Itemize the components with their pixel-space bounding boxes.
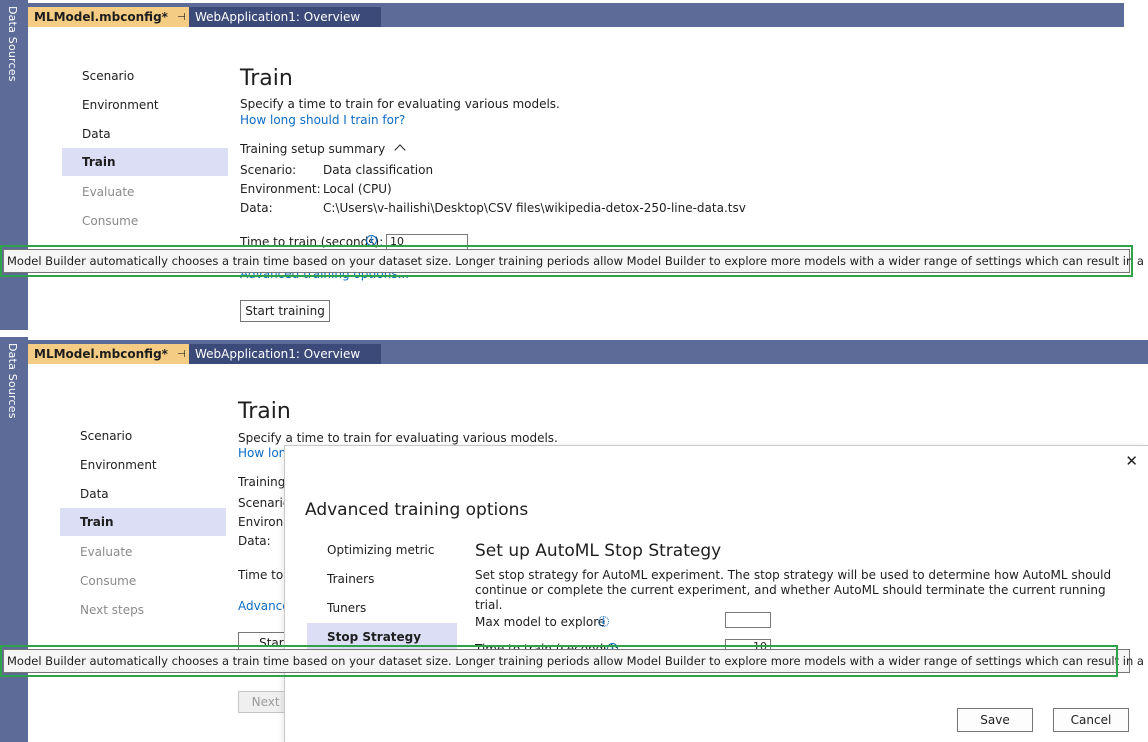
tab-mlmodel-label: MLModel.mbconfig* — [34, 10, 168, 24]
dialog-nav-trainers[interactable]: Trainers — [307, 565, 457, 593]
tab-webapplication-label: WebApplication1: Overview — [195, 347, 361, 361]
pin-icon[interactable]: ⊣ — [177, 349, 186, 360]
info-icon[interactable]: i — [598, 616, 609, 627]
dialog-title: Advanced training options — [305, 500, 529, 520]
max-model-label: Max model to explore — [475, 615, 606, 629]
chevron-up-icon — [394, 144, 406, 156]
nav-item-evaluate[interactable]: Evaluate — [62, 178, 228, 206]
train-description: Specify a time to train for evaluating v… — [238, 431, 558, 445]
nav-item-consume[interactable]: Consume — [60, 567, 226, 595]
panel-separator — [0, 330, 1148, 337]
bottom-screenshot-panel: Data Sources MLModel.mbconfig* ⊣ ✕ WebAp… — [0, 337, 1148, 742]
how-long-link[interactable]: How long should I train for? — [240, 113, 405, 127]
page-title: Train — [240, 66, 293, 91]
dialog-nav-tuners[interactable]: Tuners — [307, 594, 457, 622]
tab-mlmodel[interactable]: MLModel.mbconfig* ⊣ ✕ — [28, 344, 204, 364]
tab-webapplication-label: WebApplication1: Overview — [195, 10, 361, 24]
nav-item-scenario[interactable]: Scenario — [60, 422, 226, 450]
top-screenshot-panel: Data Sources MLModel.mbconfig* ⊣ ✕ WebAp… — [0, 0, 1148, 330]
summary-data-label: Data: — [240, 201, 273, 215]
nav-item-data[interactable]: Data — [62, 120, 228, 148]
dialog-nav-optimizing-metric[interactable]: Optimizing metric — [307, 536, 457, 564]
training-summary-toggle[interactable]: Training setup summary — [240, 142, 406, 156]
train-description: Specify a time to train for evaluating v… — [240, 97, 560, 111]
advanced-options-link[interactable]: Advance — [238, 599, 290, 613]
tooltip-highlight-box — [0, 245, 1133, 277]
data-sources-sidebar[interactable]: Data Sources — [0, 337, 28, 742]
data-sources-sidebar[interactable]: Data Sources — [0, 0, 28, 330]
nav-item-evaluate[interactable]: Evaluate — [60, 538, 226, 566]
summary-scenario-label: Scenario: — [240, 163, 297, 177]
tab-webapplication[interactable]: WebApplication1: Overview — [189, 344, 381, 364]
nav-item-data[interactable]: Data — [60, 480, 226, 508]
training-summary-label: Training setup summary — [240, 142, 386, 156]
nav-item-environment[interactable]: Environment — [60, 451, 226, 479]
tab-mlmodel-label: MLModel.mbconfig* — [34, 347, 168, 361]
nav-item-consume[interactable]: Consume — [62, 207, 228, 235]
summary-environment-label: Environment: — [240, 182, 321, 196]
close-icon[interactable]: ✕ — [1125, 452, 1138, 470]
nav-item-train[interactable]: Train — [60, 508, 226, 536]
summary-scenario-value: Data classification — [323, 163, 434, 177]
start-training-button[interactable]: Start training — [240, 300, 330, 322]
model-builder-content: Scenario Environment Data Train Evaluate… — [28, 27, 1148, 330]
cancel-button[interactable]: Cancel — [1053, 708, 1129, 732]
advanced-training-options-dialog: ✕ Advanced training options Optimizing m… — [284, 445, 1148, 742]
document-tab-strip: MLModel.mbconfig* ⊣ ✕ WebApplication1: O… — [28, 340, 1148, 364]
nav-item-train[interactable]: Train — [62, 148, 228, 176]
summary-data-value: C:\Users\v-hailishi\Desktop\CSV files\wi… — [323, 201, 746, 215]
document-tab-strip: MLModel.mbconfig* ⊣ ✕ WebApplication1: O… — [28, 3, 1124, 27]
nav-item-environment[interactable]: Environment — [62, 91, 228, 119]
data-sources-label[interactable]: Data Sources — [6, 6, 19, 82]
data-sources-label[interactable]: Data Sources — [6, 343, 19, 419]
nav-item-next-steps[interactable]: Next steps — [60, 596, 226, 624]
stop-strategy-heading: Set up AutoML Stop Strategy — [475, 541, 722, 561]
save-button[interactable]: Save — [957, 708, 1033, 732]
summary-environment-value: Local (CPU) — [323, 182, 392, 196]
how-long-link[interactable]: How lon — [238, 446, 286, 460]
tab-mlmodel[interactable]: MLModel.mbconfig* ⊣ ✕ — [28, 7, 204, 27]
tooltip-highlight-box — [0, 645, 1118, 677]
max-model-input[interactable] — [725, 612, 771, 628]
page-title: Train — [238, 399, 291, 424]
summary-data-label: Data: — [238, 534, 271, 548]
pin-icon[interactable]: ⊣ — [177, 12, 186, 23]
nav-item-scenario[interactable]: Scenario — [62, 62, 228, 90]
tab-webapplication[interactable]: WebApplication1: Overview — [189, 7, 381, 27]
stop-strategy-description: Set stop strategy for AutoML experiment.… — [475, 568, 1112, 612]
